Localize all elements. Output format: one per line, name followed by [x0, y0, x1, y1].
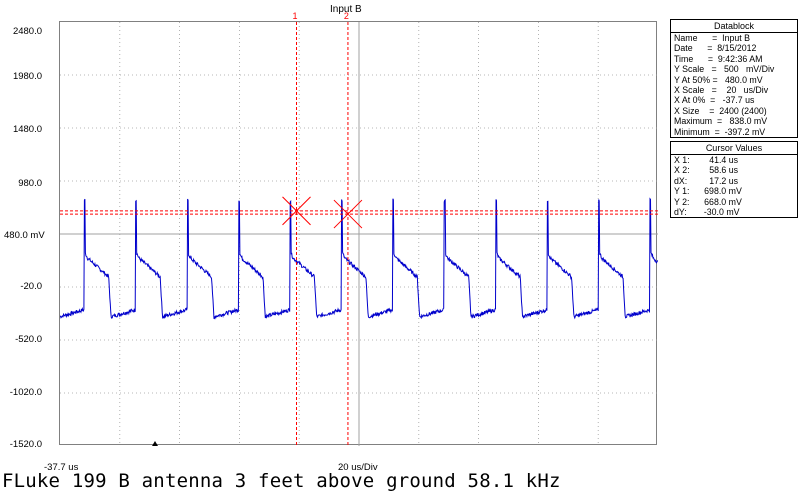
datablock-panel: Datablock Name = Input B Date = 8/15/2012…: [670, 19, 798, 138]
cursor-1-label[interactable]: 1: [293, 11, 298, 21]
datablock-row: Date = 8/15/2012: [674, 43, 757, 54]
datablock-row: X Size = 2400 (2400): [674, 105, 767, 116]
datablock-row: Name = Input B: [674, 33, 751, 43]
y-tick-label: 2480.0: [12, 26, 42, 37]
cursor-value-row: X 1: 41.4 us: [674, 155, 739, 165]
datablock-row: Y Scale = 500 mV/Div: [674, 64, 775, 75]
y-tick-label: -1020.0: [9, 387, 42, 398]
cursor-value-row: X 2: 58.6 us: [674, 165, 739, 176]
y-tick-label: 480.0 mV: [4, 230, 45, 241]
cursor-value-row: dX: 17.2 us: [674, 175, 739, 186]
datablock-row: Maximum = 838.0 mV: [674, 116, 768, 127]
cursor-value-row: Y 1: 698.0 mV: [674, 186, 742, 197]
datablock-title: Datablock: [671, 20, 797, 33]
y-tick-label: 980.0: [18, 178, 42, 189]
cursor-2-label[interactable]: 2: [344, 11, 349, 21]
scope-plot-area[interactable]: [59, 21, 658, 446]
datablock-row: Minimum = -397.2 mV: [674, 126, 766, 137]
y-tick-label: 1980.0: [12, 71, 42, 82]
cursor-value-row: dY: -30.0 mV: [674, 206, 740, 217]
trigger-marker: [152, 441, 158, 446]
datablock-row: Y At 50% = 480.0 mV: [674, 74, 763, 85]
scope-waveform-canvas[interactable]: [60, 22, 658, 446]
y-tick-label: -520.0: [15, 334, 42, 345]
y-tick-label: 1480.0: [12, 124, 42, 135]
y-tick-label: -1520.0: [9, 439, 42, 450]
cursor-value-row: Y 2: 668.0 mV: [674, 196, 742, 207]
caption-text: FLuke 199 B antenna 3 feet above ground …: [2, 470, 561, 492]
datablock-row: Time = 9:42:36 AM: [674, 53, 763, 64]
datablock-row: X Scale = 20 us/Div: [674, 84, 769, 95]
y-tick-label: -20.0: [20, 281, 42, 292]
datablock-row: X At 0% = -37.7 us: [674, 95, 755, 106]
cursor-values-title: Cursor Values: [671, 142, 797, 155]
datablock-rows: Name = Input B Date = 8/15/2012 Time = 9:4…: [671, 33, 797, 137]
cursor-values-rows: X 1: 41.4 us X 2: 58.6 us dX: 17.2 us Y 1: …: [671, 155, 797, 217]
cursor-values-panel: Cursor Values X 1: 41.4 us X 2: 58.6 us dX…: [670, 141, 798, 219]
